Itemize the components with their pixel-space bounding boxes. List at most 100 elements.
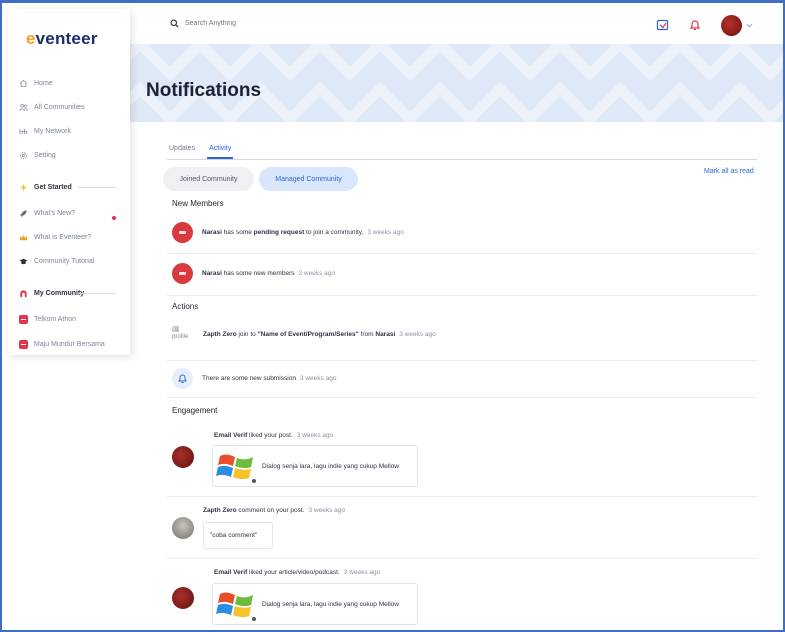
timestamp: 3 weeks ago xyxy=(399,330,436,338)
sidebar-item-all-communities[interactable]: All Communities xyxy=(19,100,85,114)
tab-updates[interactable]: Updates xyxy=(167,144,197,159)
notification-text: Narasi has some new members 3 weeks ago xyxy=(202,270,335,277)
notification-text[interactable]: Email Verif liked your post. 3 weeks ago xyxy=(214,432,333,439)
section-new-members: New Members xyxy=(172,199,224,208)
divider xyxy=(167,253,757,254)
notification-avatar-wrap xyxy=(172,517,194,539)
app-window: eventeer Home All Communities My Network… xyxy=(0,0,785,632)
chevron-down-icon[interactable] xyxy=(746,22,753,29)
sidebar-item-maju-mundur-bersama[interactable]: Maju Mundur Bersama xyxy=(19,337,105,351)
gear-icon xyxy=(20,151,27,159)
sidebar-item-label: Telkom Athon xyxy=(34,315,77,323)
section-engagement: Engagement xyxy=(172,406,218,415)
timestamp: 3 weeks ago xyxy=(308,507,346,514)
notification-text: Narasi has some pending request to join … xyxy=(202,229,404,236)
section-actions: Actions xyxy=(172,302,199,311)
search-bar[interactable] xyxy=(170,19,325,28)
divider xyxy=(78,293,116,294)
sidebar-item-community-tutorial[interactable]: Community Tutorial xyxy=(19,254,94,268)
notification-avatar-wrap xyxy=(172,587,194,609)
notification-item[interactable]: There are some new submission 3 weeks ago xyxy=(172,368,336,389)
crown-icon xyxy=(19,234,28,240)
post-preview-card[interactable]: Dialog senja lara, lagu indie yang cukup… xyxy=(212,583,418,625)
divider xyxy=(167,558,757,559)
notification-avatar-wrap xyxy=(172,446,194,468)
notification-text[interactable]: Email Verif liked your article/video/pod… xyxy=(214,569,380,576)
mark-all-read-link[interactable]: Mark all as read xyxy=(704,168,754,175)
rocket-icon xyxy=(19,209,27,217)
logo-text-rest: venteer xyxy=(35,29,98,48)
search-input[interactable] xyxy=(185,20,325,27)
notification-text: There are some new submission 3 weeks ago xyxy=(202,375,337,382)
user-avatar[interactable] xyxy=(172,446,194,468)
communities-icon xyxy=(19,103,28,111)
my-community-header[interactable]: My Community xyxy=(19,286,84,300)
comment-text: "coba comment" xyxy=(210,532,258,539)
user-avatar[interactable] xyxy=(721,15,742,36)
notification-item[interactable]: Narasi has some pending request to join … xyxy=(172,222,404,243)
tab-activity[interactable]: Activity xyxy=(207,144,234,159)
notification-item[interactable]: Narasi has some new members 3 weeks ago xyxy=(172,263,335,284)
logo-letter: e xyxy=(26,29,36,48)
divider xyxy=(167,496,757,497)
notification-item[interactable]: 🖼 profile Zapth Zero join to "Name of Eve… xyxy=(172,327,436,341)
post-thumbnail xyxy=(216,454,256,483)
community-avatar xyxy=(19,339,28,349)
sidebar-item-label: My Network xyxy=(34,127,71,135)
get-started-header[interactable]: Get Started xyxy=(19,180,72,194)
calendar-share-icon[interactable] xyxy=(656,18,670,32)
comment-preview-card[interactable]: "coba comment" xyxy=(203,522,273,549)
sparkle-icon xyxy=(19,183,28,191)
divider xyxy=(167,360,757,361)
profile-image-broken: 🖼 profile xyxy=(172,327,189,340)
submission-icon-circle xyxy=(172,368,193,389)
user-avatar[interactable] xyxy=(172,517,194,539)
tab-bar: Updates Activity xyxy=(167,144,757,160)
community-avatar xyxy=(172,222,193,243)
sidebar-item-setting[interactable]: Setting xyxy=(19,148,56,162)
graduation-cap-icon xyxy=(19,258,28,264)
timestamp: 3 weeks ago xyxy=(296,432,334,439)
post-preview-text: Dialog senja lara, lagu indie yang cukup… xyxy=(262,600,399,608)
sidebar-item-label: Setting xyxy=(34,151,56,159)
community-avatar xyxy=(19,314,28,324)
sidebar-item-label: Community Tutorial xyxy=(34,257,95,265)
timestamp: 3 weeks ago xyxy=(343,569,381,576)
community-logo-icon xyxy=(20,289,27,297)
sidebar: eventeer Home All Communities My Network… xyxy=(8,9,130,355)
filter-joined-community[interactable]: Joined Community xyxy=(163,167,254,191)
network-icon xyxy=(19,128,28,134)
get-started-label: Get Started xyxy=(34,183,72,191)
post-preview-text: Dialog senja lara, lagu indie yang cukup… xyxy=(262,462,399,470)
notification-text[interactable]: Zapth Zero comment on your post. 3 weeks … xyxy=(203,507,345,514)
sidebar-item-telkom-athon[interactable]: Telkom Athon xyxy=(19,312,76,326)
sidebar-item-label: Home xyxy=(34,79,53,87)
timestamp: 3 weeks ago xyxy=(299,375,337,382)
sidebar-item-whats-new[interactable]: What's New? xyxy=(19,206,75,220)
logo[interactable]: eventeer xyxy=(26,29,98,49)
new-indicator-dot xyxy=(112,216,116,220)
home-icon xyxy=(19,79,28,87)
post-preview-card[interactable]: Dialog senja lara, lagu indie yang cukup… xyxy=(212,445,418,487)
divider xyxy=(167,295,757,296)
search-icon xyxy=(170,19,179,28)
divider xyxy=(78,187,116,188)
sidebar-item-what-is-eventeer[interactable]: What is Eventeer? xyxy=(19,230,91,244)
timestamp: 3 weeks ago xyxy=(298,270,336,277)
sidebar-item-label: All Communities xyxy=(34,103,85,111)
timestamp: 3 weeks ago xyxy=(367,229,404,236)
community-avatar xyxy=(172,263,193,284)
sidebar-item-my-network[interactable]: My Network xyxy=(19,124,71,138)
sidebar-item-home[interactable]: Home xyxy=(19,76,53,90)
bell-icon[interactable] xyxy=(688,18,702,32)
notifications-content: Updates Activity Joined Community Manage… xyxy=(130,122,783,630)
my-community-label: My Community xyxy=(34,289,85,297)
sidebar-item-label: Maju Mundur Bersama xyxy=(34,340,105,348)
post-thumbnail xyxy=(216,592,256,621)
page-title: Notifications xyxy=(146,80,262,101)
user-avatar[interactable] xyxy=(172,587,194,609)
filter-managed-community[interactable]: Managed Community xyxy=(259,167,358,191)
sidebar-item-label: What's New? xyxy=(34,209,76,217)
bell-icon xyxy=(178,374,187,383)
page-banner: Notifications xyxy=(130,44,783,122)
